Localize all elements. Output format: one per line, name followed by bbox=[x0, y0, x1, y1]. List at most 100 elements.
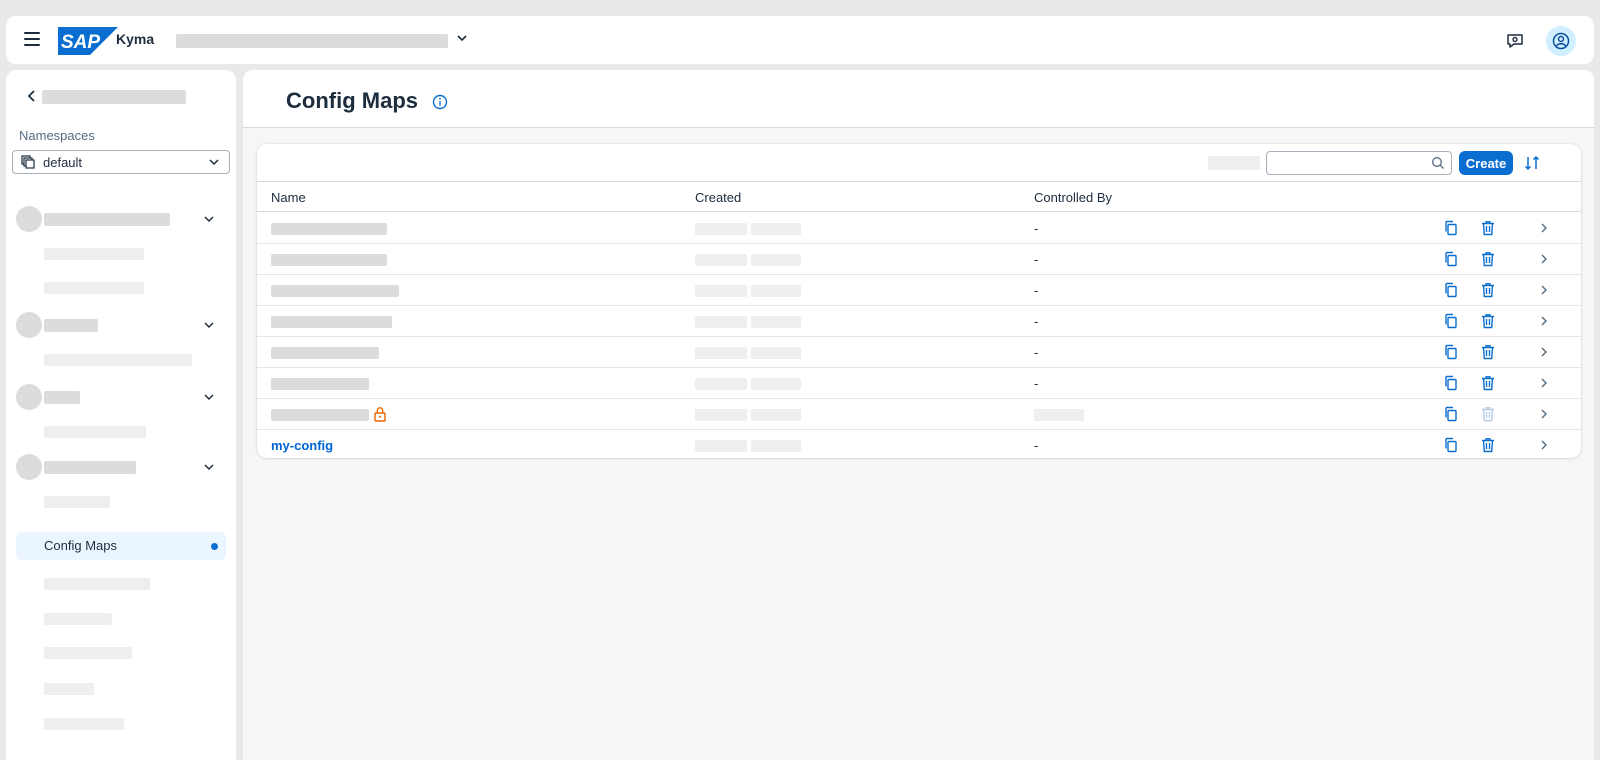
row-name-placeholder bbox=[271, 378, 369, 390]
nav-item[interactable] bbox=[44, 426, 146, 438]
nav-item[interactable] bbox=[44, 496, 110, 508]
delete-icon[interactable] bbox=[1480, 375, 1496, 391]
row-controlled-by: - bbox=[1034, 376, 1039, 391]
copy-icon[interactable] bbox=[1443, 344, 1459, 360]
copy-icon[interactable] bbox=[1443, 406, 1459, 422]
context-placeholder[interactable] bbox=[176, 34, 448, 48]
delete-icon[interactable] bbox=[1480, 313, 1496, 329]
search-icon[interactable] bbox=[1431, 156, 1445, 170]
table-row[interactable]: - bbox=[257, 306, 1581, 337]
row-created-placeholder bbox=[751, 440, 801, 452]
row-controlled-by: - bbox=[1034, 221, 1039, 236]
sap-logo[interactable]: SAP bbox=[58, 27, 118, 55]
user-avatar[interactable] bbox=[1546, 26, 1576, 56]
row-created-placeholder bbox=[751, 316, 801, 328]
row-name-placeholder bbox=[271, 347, 379, 359]
nav-item[interactable] bbox=[44, 647, 132, 659]
search-field[interactable] bbox=[1266, 151, 1452, 175]
nav-item[interactable] bbox=[44, 718, 124, 730]
row-controlled-by-placeholder bbox=[1034, 409, 1084, 421]
table-row[interactable]: - bbox=[257, 244, 1581, 275]
nav-group-label bbox=[44, 319, 98, 332]
table-row[interactable]: - bbox=[257, 213, 1581, 244]
back-icon[interactable] bbox=[24, 88, 40, 104]
nav-item[interactable] bbox=[44, 683, 94, 695]
chevron-down-icon[interactable] bbox=[202, 390, 216, 404]
row-created-placeholder bbox=[695, 347, 747, 359]
chevron-right-icon[interactable] bbox=[1537, 345, 1551, 359]
row-controlled-by: - bbox=[1034, 345, 1039, 360]
row-created-placeholder bbox=[695, 223, 747, 235]
delete-icon[interactable] bbox=[1480, 344, 1496, 360]
config-maps-table: Create Name Created Controlled By - - - … bbox=[257, 144, 1581, 458]
feedback-icon[interactable] bbox=[1505, 31, 1525, 51]
copy-icon[interactable] bbox=[1443, 251, 1459, 267]
table-row[interactable]: - bbox=[257, 275, 1581, 306]
delete-icon[interactable] bbox=[1480, 437, 1496, 453]
chevron-down-icon[interactable] bbox=[202, 460, 216, 474]
column-header-created[interactable]: Created bbox=[695, 190, 741, 205]
delete-icon[interactable] bbox=[1480, 251, 1496, 267]
row-created-placeholder bbox=[751, 378, 801, 390]
row-created-placeholder bbox=[751, 347, 801, 359]
chevron-right-icon[interactable] bbox=[1537, 407, 1551, 421]
nav-group-label bbox=[44, 213, 170, 226]
chevron-down-icon[interactable] bbox=[202, 212, 216, 226]
page-header: Config Maps bbox=[243, 70, 1594, 128]
nav-group-icon bbox=[16, 206, 42, 232]
active-indicator bbox=[211, 543, 218, 550]
row-created-placeholder bbox=[695, 440, 747, 452]
info-icon[interactable] bbox=[432, 94, 448, 110]
copy-icon[interactable] bbox=[1443, 220, 1459, 236]
delete-icon[interactable] bbox=[1480, 282, 1496, 298]
search-input[interactable] bbox=[1273, 153, 1423, 173]
row-created-placeholder bbox=[751, 254, 801, 266]
page-title: Config Maps bbox=[286, 88, 418, 113]
chevron-right-icon[interactable] bbox=[1537, 438, 1551, 452]
chevron-down-icon[interactable] bbox=[202, 318, 216, 332]
delete-icon-disabled bbox=[1482, 407, 1494, 422]
nav-item[interactable] bbox=[44, 354, 192, 366]
table-row[interactable]: - bbox=[257, 337, 1581, 368]
row-controlled-by: - bbox=[1034, 438, 1039, 453]
chevron-right-icon[interactable] bbox=[1537, 314, 1551, 328]
copy-icon[interactable] bbox=[1443, 282, 1459, 298]
shell-bar: SAP Kyma bbox=[6, 16, 1594, 64]
chevron-right-icon[interactable] bbox=[1537, 221, 1551, 235]
table-row[interactable] bbox=[257, 399, 1581, 430]
row-name-placeholder bbox=[271, 285, 399, 297]
copy-icon[interactable] bbox=[1443, 437, 1459, 453]
nav-item-config-maps[interactable]: Config Maps bbox=[16, 532, 226, 560]
column-header-name[interactable]: Name bbox=[271, 190, 306, 205]
create-button[interactable]: Create bbox=[1459, 151, 1513, 175]
nav-item[interactable] bbox=[44, 248, 144, 260]
sort-icon[interactable] bbox=[1523, 154, 1541, 172]
row-name-link[interactable]: my-config bbox=[271, 438, 333, 453]
svg-text:SAP: SAP bbox=[61, 32, 100, 53]
row-name-placeholder bbox=[271, 223, 387, 235]
nav-item[interactable] bbox=[44, 282, 144, 294]
cluster-name-placeholder bbox=[42, 90, 186, 104]
chevron-down-icon[interactable] bbox=[454, 30, 470, 46]
row-created-placeholder bbox=[695, 378, 747, 390]
namespace-select[interactable]: default bbox=[12, 150, 230, 174]
table-row[interactable]: - bbox=[257, 368, 1581, 399]
row-created-placeholder bbox=[695, 316, 747, 328]
chevron-right-icon[interactable] bbox=[1537, 283, 1551, 297]
chevron-right-icon[interactable] bbox=[1537, 252, 1551, 266]
nav-item[interactable] bbox=[44, 578, 150, 590]
menu-icon[interactable] bbox=[24, 32, 40, 46]
column-header-controlled-by[interactable]: Controlled By bbox=[1034, 190, 1112, 205]
delete-icon[interactable] bbox=[1480, 220, 1496, 236]
namespace-icon bbox=[21, 155, 35, 169]
product-name[interactable]: Kyma bbox=[116, 31, 154, 47]
nav-item[interactable] bbox=[44, 613, 112, 625]
table-row[interactable]: my-config - bbox=[257, 430, 1581, 458]
side-navigation: Namespaces default Config Maps bbox=[6, 70, 236, 760]
nav-group-label bbox=[44, 391, 80, 404]
nav-group-label bbox=[44, 461, 136, 474]
row-name-placeholder bbox=[271, 254, 387, 266]
copy-icon[interactable] bbox=[1443, 375, 1459, 391]
chevron-right-icon[interactable] bbox=[1537, 376, 1551, 390]
copy-icon[interactable] bbox=[1443, 313, 1459, 329]
